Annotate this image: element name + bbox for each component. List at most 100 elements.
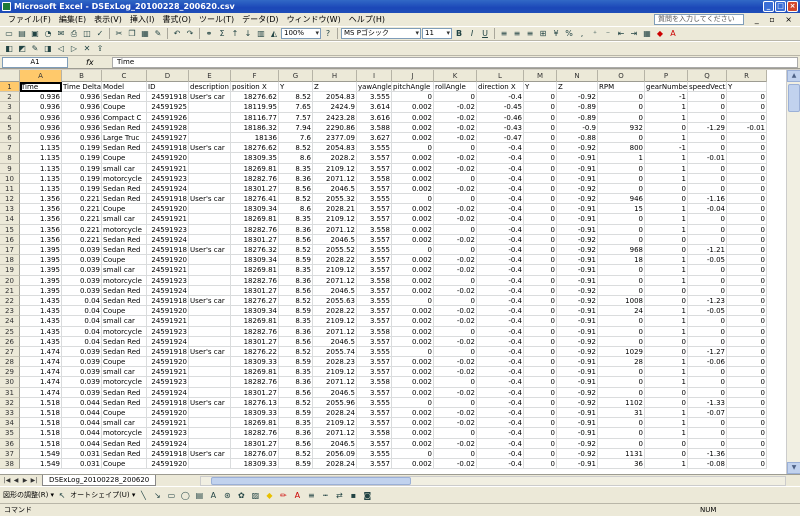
table-cell[interactable]: Sedan Red (102, 92, 147, 103)
table-cell[interactable]: 1 (645, 153, 688, 164)
table-cell[interactable]: 8.52 (279, 92, 313, 103)
table-cell[interactable]: 3.555 (357, 295, 392, 307)
table-cell[interactable]: 3.557 (357, 458, 392, 470)
table-cell[interactable]: 8.35 (279, 163, 313, 174)
table-cell[interactable]: 0 (688, 275, 727, 286)
table-cell[interactable]: -0.4 (477, 377, 524, 388)
table-cell[interactable]: 0 (598, 367, 645, 378)
table-cell[interactable]: 0 (598, 326, 645, 337)
table-cell[interactable]: 0 (598, 102, 645, 113)
table-cell[interactable]: -0.02 (434, 234, 477, 245)
table-cell[interactable]: -0.92 (557, 245, 598, 256)
table-cell[interactable]: User's car (189, 194, 231, 205)
table-cell[interactable]: 1.474 (20, 377, 62, 388)
table-cell[interactable]: Sedan Red (102, 234, 147, 245)
table-cell[interactable]: motorcycle (102, 377, 147, 388)
table-cell[interactable]: 0 (645, 234, 688, 245)
table-cell[interactable]: -0.02 (434, 214, 477, 225)
table-cell[interactable]: 8.36 (279, 224, 313, 235)
row-header[interactable]: 38 (0, 458, 20, 470)
table-cell[interactable]: Sedan Red (102, 122, 147, 133)
table-cell[interactable]: 18282.76 (231, 173, 279, 184)
table-cell[interactable]: 8.56 (279, 234, 313, 245)
table-cell[interactable]: 0.221 (62, 214, 102, 225)
header-cell[interactable]: rollAngle (434, 82, 477, 93)
table-cell[interactable]: 0 (645, 183, 688, 195)
table-cell[interactable] (189, 387, 231, 398)
table-cell[interactable]: -0.92 (557, 234, 598, 245)
table-cell[interactable]: 0.002 (392, 285, 434, 296)
table-cell[interactable]: 1 (645, 255, 688, 266)
table-cell[interactable] (189, 122, 231, 133)
table-cell[interactable]: 0.936 (62, 122, 102, 133)
table-cell[interactable]: 0 (524, 295, 557, 307)
delete-comment-icon[interactable]: ✕ (81, 43, 93, 55)
table-cell[interactable]: 0.936 (62, 92, 102, 103)
table-cell[interactable]: -0.91 (557, 408, 598, 419)
table-cell[interactable] (189, 367, 231, 378)
table-cell[interactable]: 3.557 (357, 214, 392, 225)
table-cell[interactable]: 18276.07 (231, 448, 279, 459)
table-cell[interactable] (189, 275, 231, 286)
table-cell[interactable]: -0.92 (557, 448, 598, 459)
table-cell[interactable]: 0 (688, 234, 727, 245)
table-cell[interactable]: 0 (727, 275, 767, 286)
table-cell[interactable]: 0 (645, 245, 688, 256)
table-cell[interactable]: 2109.12 (313, 316, 357, 327)
table-cell[interactable]: -0.92 (557, 194, 598, 205)
table-cell[interactable]: -0.4 (477, 367, 524, 378)
table-cell[interactable]: -0.02 (434, 336, 477, 347)
table-cell[interactable]: 0 (727, 306, 767, 317)
column-header[interactable]: C (102, 70, 147, 82)
table-cell[interactable]: 8.36 (279, 275, 313, 286)
table-cell[interactable]: Sedan Red (102, 245, 147, 256)
last-sheet-icon[interactable]: ▶| (30, 477, 38, 484)
table-cell[interactable]: 0 (524, 143, 557, 154)
table-cell[interactable]: 1.356 (20, 234, 62, 245)
table-cell[interactable]: 24 (598, 306, 645, 317)
table-cell[interactable]: 3.557 (357, 306, 392, 317)
table-cell[interactable]: 0 (727, 377, 767, 388)
table-cell[interactable]: 0.04 (62, 306, 102, 317)
table-cell[interactable]: 3.555 (357, 397, 392, 408)
table-cell[interactable]: 24591920 (147, 204, 189, 215)
table-cell[interactable]: 0 (598, 377, 645, 388)
table-cell[interactable]: -1.16 (688, 194, 727, 205)
table-cell[interactable]: -0.91 (557, 265, 598, 276)
table-cell[interactable]: 0 (524, 367, 557, 378)
table-cell[interactable]: Coupe (102, 255, 147, 266)
table-cell[interactable]: 0.936 (20, 102, 62, 113)
table-cell[interactable]: 1.356 (20, 194, 62, 205)
table-cell[interactable]: 0.002 (392, 316, 434, 327)
table-cell[interactable]: 0.199 (62, 173, 102, 184)
table-cell[interactable]: -0.91 (557, 275, 598, 286)
table-cell[interactable]: 18269.81 (231, 265, 279, 276)
table-cell[interactable]: 0 (598, 132, 645, 144)
table-cell[interactable]: 1.395 (20, 245, 62, 256)
table-cell[interactable]: 18301.27 (231, 183, 279, 195)
table-cell[interactable]: 2028.22 (313, 306, 357, 317)
table-cell[interactable]: 0 (598, 438, 645, 449)
table-cell[interactable]: 0 (727, 173, 767, 184)
table-cell[interactable]: 8.56 (279, 285, 313, 296)
table-cell[interactable]: 0 (598, 163, 645, 174)
table-cell[interactable]: -0.4 (477, 387, 524, 398)
row-header[interactable]: 23 (0, 306, 20, 317)
table-cell[interactable]: 0.039 (62, 255, 102, 266)
table-cell[interactable]: Sedan Red (102, 346, 147, 358)
table-cell[interactable]: 0 (727, 112, 767, 123)
table-cell[interactable]: 0 (688, 163, 727, 174)
table-cell[interactable]: -0.4 (477, 397, 524, 408)
table-cell[interactable]: 0 (727, 183, 767, 195)
header-cell[interactable]: yawAngle (357, 82, 392, 93)
table-cell[interactable]: 3.557 (357, 255, 392, 266)
format-painter-icon[interactable]: ✎ (152, 28, 164, 40)
table-cell[interactable]: 8.36 (279, 377, 313, 388)
table-cell[interactable]: 18276.62 (231, 92, 279, 103)
table-cell[interactable]: motorcycle (102, 428, 147, 439)
table-cell[interactable]: 3.557 (357, 387, 392, 398)
table-cell[interactable]: 0 (434, 428, 477, 439)
table-cell[interactable]: small car (102, 418, 147, 429)
table-cell[interactable]: -0.4 (477, 408, 524, 419)
table-cell[interactable]: -0.4 (477, 265, 524, 276)
